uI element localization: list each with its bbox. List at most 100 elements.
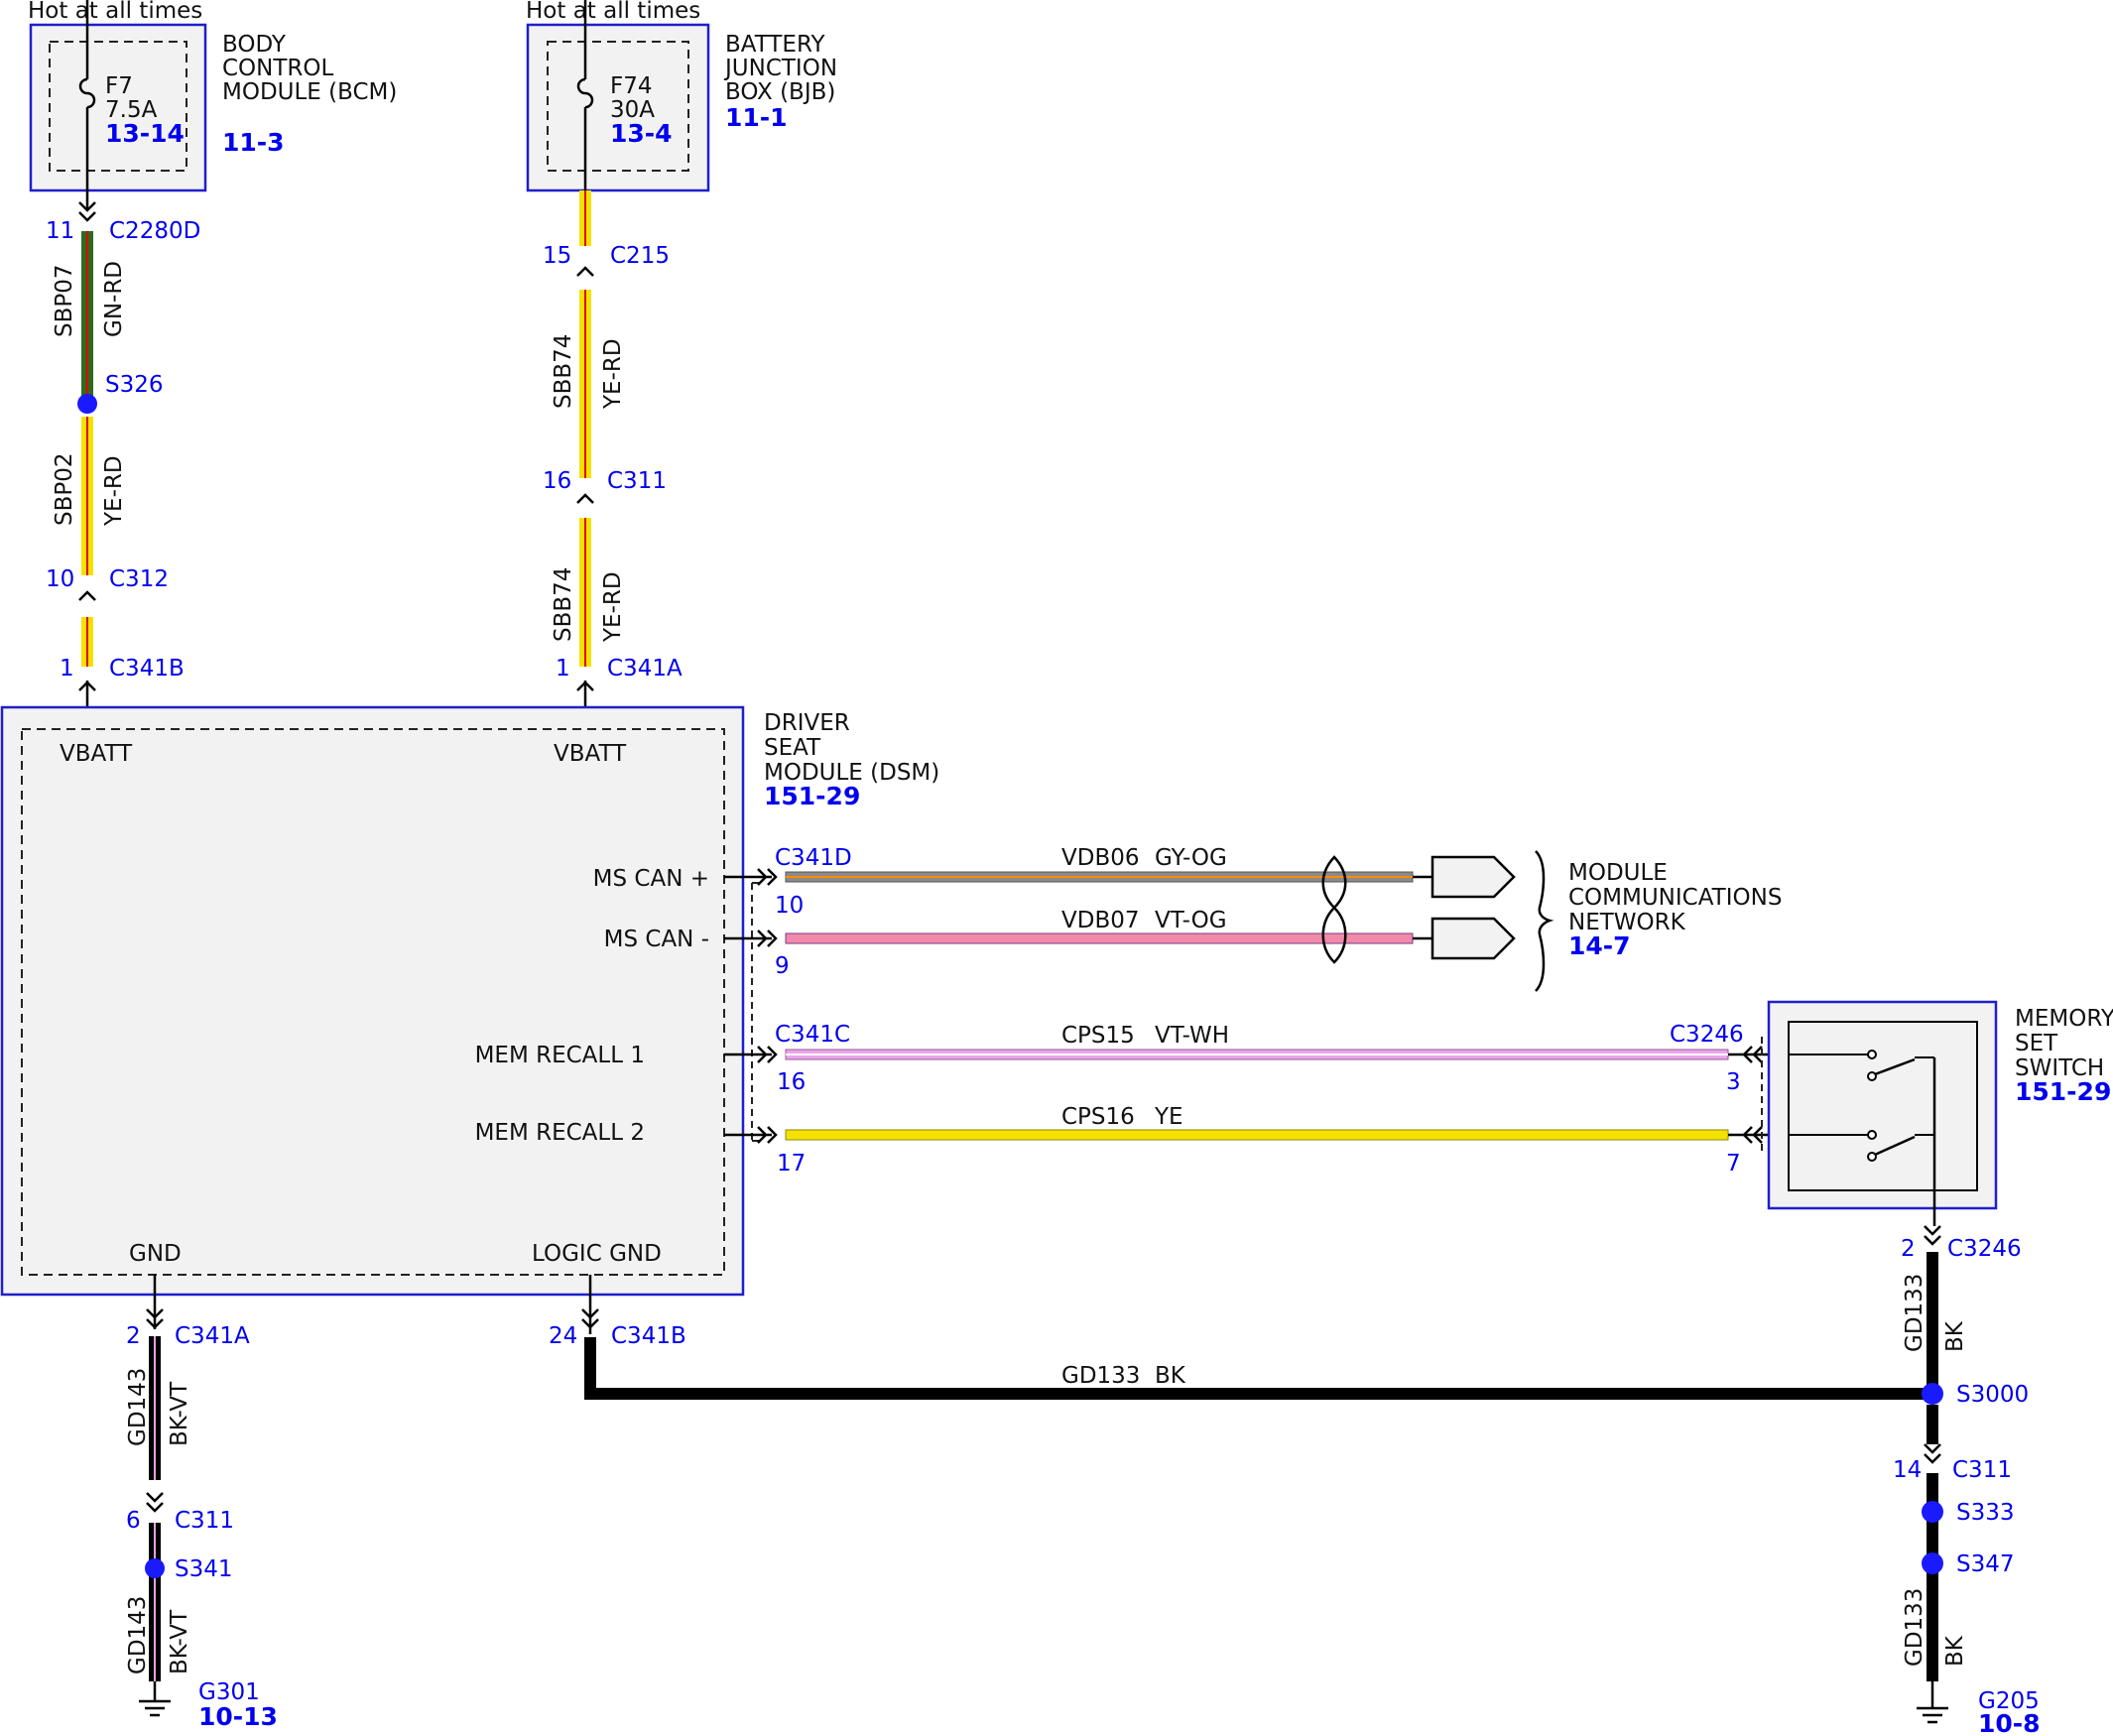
dsm-pin-vbatt-2: VBATT bbox=[554, 741, 627, 767]
ground-g205-page-ref[interactable]: 10-8 bbox=[1978, 1709, 2041, 1736]
c311-label-left[interactable]: C311 bbox=[175, 1508, 234, 1534]
right-ground: 2 C3246 GD133 BK S3000 14 C311 S333 S347… bbox=[1893, 1225, 2041, 1736]
c341c-pin-16: 16 bbox=[777, 1069, 806, 1095]
bcm-name-2: CONTROL bbox=[222, 56, 334, 81]
memory-switch-name-2: SET bbox=[2015, 1031, 2058, 1056]
wire-gd143-lower-color: BK-VT bbox=[167, 1609, 192, 1674]
wire-vdb07-color: VT-OG bbox=[1155, 908, 1227, 933]
wire-gd143-upper-color: BK-VT bbox=[167, 1381, 192, 1446]
dsm-pin-logic-gnd: LOGIC GND bbox=[532, 1241, 662, 1267]
bjb-name-3: BOX (BJB) bbox=[725, 79, 835, 105]
c341b-pin-24: 24 bbox=[549, 1323, 577, 1349]
c311-label-mid[interactable]: C311 bbox=[607, 468, 667, 494]
dsm-pin-mem-recall-1: MEM RECALL 1 bbox=[475, 1043, 645, 1068]
c341a-label-top[interactable]: C341A bbox=[607, 656, 683, 682]
c3246-gnd-connector-icon bbox=[1924, 1225, 1941, 1246]
splice-s341-label[interactable]: S341 bbox=[175, 1556, 233, 1582]
bjb-name-1: BATTERY bbox=[725, 32, 825, 58]
splice-s333-label[interactable]: S333 bbox=[1956, 1500, 2015, 1526]
dsm-pin-vbatt-1: VBATT bbox=[60, 741, 133, 767]
wire-sbb74-lower-circuit: SBB74 bbox=[551, 567, 576, 642]
splice-s347-label[interactable]: S347 bbox=[1956, 1551, 2015, 1577]
wire-sbp02-color: YE-RD bbox=[101, 455, 127, 527]
c312-label[interactable]: C312 bbox=[109, 566, 169, 592]
splice-s3000-label[interactable]: S3000 bbox=[1956, 1382, 2029, 1408]
c341d-pin-10: 10 bbox=[775, 893, 804, 919]
wire-sbp07-circuit: SBP07 bbox=[52, 264, 77, 337]
splice-s333-dot bbox=[1922, 1501, 1943, 1523]
c311-label-right[interactable]: C311 bbox=[1952, 1457, 2012, 1483]
wire-gd133-horizontal-circuit: GD133 bbox=[1061, 1363, 1140, 1389]
c215-label[interactable]: C215 bbox=[610, 243, 670, 269]
wire-cps16[interactable] bbox=[785, 1129, 1729, 1141]
c311-pin-16: 16 bbox=[543, 468, 571, 494]
network-name-2: COMMUNICATIONS bbox=[1568, 885, 1782, 911]
c341a-pin-1: 1 bbox=[556, 656, 570, 682]
fuse-f7-id: F7 bbox=[105, 73, 133, 99]
fuse-f74-ref[interactable]: 13-4 bbox=[610, 119, 673, 148]
memory-set-switch: MEMORY SET SWITCH 151-29 bbox=[1767, 1000, 2113, 1226]
dsm-page-ref[interactable]: 151-29 bbox=[764, 782, 860, 810]
wire-cps15-color: VT-WH bbox=[1155, 1023, 1229, 1049]
c341b-label-bottom[interactable]: C341B bbox=[611, 1323, 686, 1349]
c341b-pin-1: 1 bbox=[60, 656, 74, 682]
c3246-label-bottom[interactable]: C3246 bbox=[1947, 1236, 2022, 1262]
brace-icon bbox=[1535, 850, 1554, 992]
c2280d-label[interactable]: C2280D bbox=[109, 218, 200, 244]
c3246-pin-2: 2 bbox=[1901, 1236, 1916, 1262]
c3246-label-top[interactable]: C3246 bbox=[1670, 1022, 1744, 1048]
dsm-pin-gnd: GND bbox=[129, 1241, 182, 1267]
wire-gd133-horizontal-color: BK bbox=[1155, 1363, 1186, 1389]
mid-feed: 15 C215 SBB74 YE-RD 16 C311 SBB74 YE-RD … bbox=[543, 190, 683, 729]
c311-gnd-connector-icon bbox=[146, 1492, 164, 1513]
splice-s326-dot bbox=[77, 394, 97, 414]
c312-pin: 10 bbox=[46, 566, 74, 592]
wire-sbp02-circuit: SBP02 bbox=[52, 452, 77, 526]
c215-pin: 15 bbox=[543, 243, 571, 269]
c341d-label[interactable]: C341D bbox=[775, 845, 852, 871]
bjb-name-2: JUNCTION bbox=[723, 56, 837, 81]
memory-switch-page-ref[interactable]: 151-29 bbox=[2015, 1077, 2111, 1106]
splice-s341-dot bbox=[145, 1558, 165, 1578]
logic-ground: 24 C341B GD133 BK bbox=[549, 1275, 1932, 1400]
c341d-pin-9: 9 bbox=[775, 953, 790, 979]
c341a-label-bottom[interactable]: C341A bbox=[175, 1323, 250, 1349]
wire-gd133-lower-circuit: GD133 bbox=[1902, 1588, 1927, 1667]
ground-g301-page-ref[interactable]: 10-13 bbox=[198, 1702, 278, 1731]
wire-vdb07-circuit: VDB07 bbox=[1061, 908, 1140, 933]
c311-pin-14: 14 bbox=[1893, 1457, 1922, 1483]
splice-s347-dot bbox=[1922, 1552, 1943, 1574]
bcm-page-ref[interactable]: 11-3 bbox=[222, 128, 285, 157]
wire-vdb07[interactable] bbox=[785, 932, 1414, 944]
wire-gd143-upper-circuit: GD143 bbox=[125, 1368, 151, 1446]
memory-switch-box bbox=[1767, 1000, 1998, 1210]
bjb-block: Hot at all times F74 30A 13-4 BATTERY JU… bbox=[526, 0, 837, 192]
wire-gd143-lower-circuit: GD143 bbox=[125, 1596, 151, 1674]
c341c-pin-17: 17 bbox=[777, 1151, 806, 1177]
wire-gd133-lower-color: BK bbox=[1942, 1635, 1968, 1667]
wire-gd133-upper-circuit: GD133 bbox=[1902, 1274, 1927, 1352]
wire-gd133-horizontal[interactable] bbox=[584, 1337, 1932, 1400]
bjb-hot-label: Hot at all times bbox=[526, 0, 700, 24]
wire-vdb06-color: GY-OG bbox=[1155, 845, 1227, 871]
c3246-pin-7: 7 bbox=[1726, 1151, 1741, 1177]
fuse-f7-ref[interactable]: 13-14 bbox=[105, 119, 185, 148]
bcm-block: Hot at all times F7 7.5A 13-14 BODY CONT… bbox=[28, 0, 397, 208]
network-page-ref[interactable]: 14-7 bbox=[1568, 931, 1631, 960]
wire-gd133-upper[interactable] bbox=[1927, 1252, 1938, 1399]
can-plus-connector-icon bbox=[1430, 855, 1516, 899]
wire-sbb74-upper-circuit: SBB74 bbox=[551, 334, 576, 409]
c311-connector-icon bbox=[576, 493, 594, 504]
c341c-label[interactable]: C341C bbox=[775, 1022, 850, 1048]
dsm-box bbox=[0, 705, 745, 1297]
c215-connector-icon bbox=[576, 266, 594, 277]
dsm-pin-mem-recall-2: MEM RECALL 2 bbox=[475, 1120, 645, 1146]
ground-g301-icon bbox=[139, 1699, 171, 1717]
splice-s326-label[interactable]: S326 bbox=[105, 372, 164, 398]
wire-cps16-color: YE bbox=[1154, 1104, 1183, 1130]
bjb-page-ref[interactable]: 11-1 bbox=[725, 103, 788, 132]
memory-circuits: C341C C3246 CPS15 VT-WH 16 3 CPS16 YE 17… bbox=[724, 1022, 1869, 1177]
dsm-pin-ms-can-plus: MS CAN + bbox=[593, 866, 709, 892]
c311-pin-6: 6 bbox=[126, 1508, 141, 1534]
c341b-label-top[interactable]: C341B bbox=[109, 656, 185, 682]
